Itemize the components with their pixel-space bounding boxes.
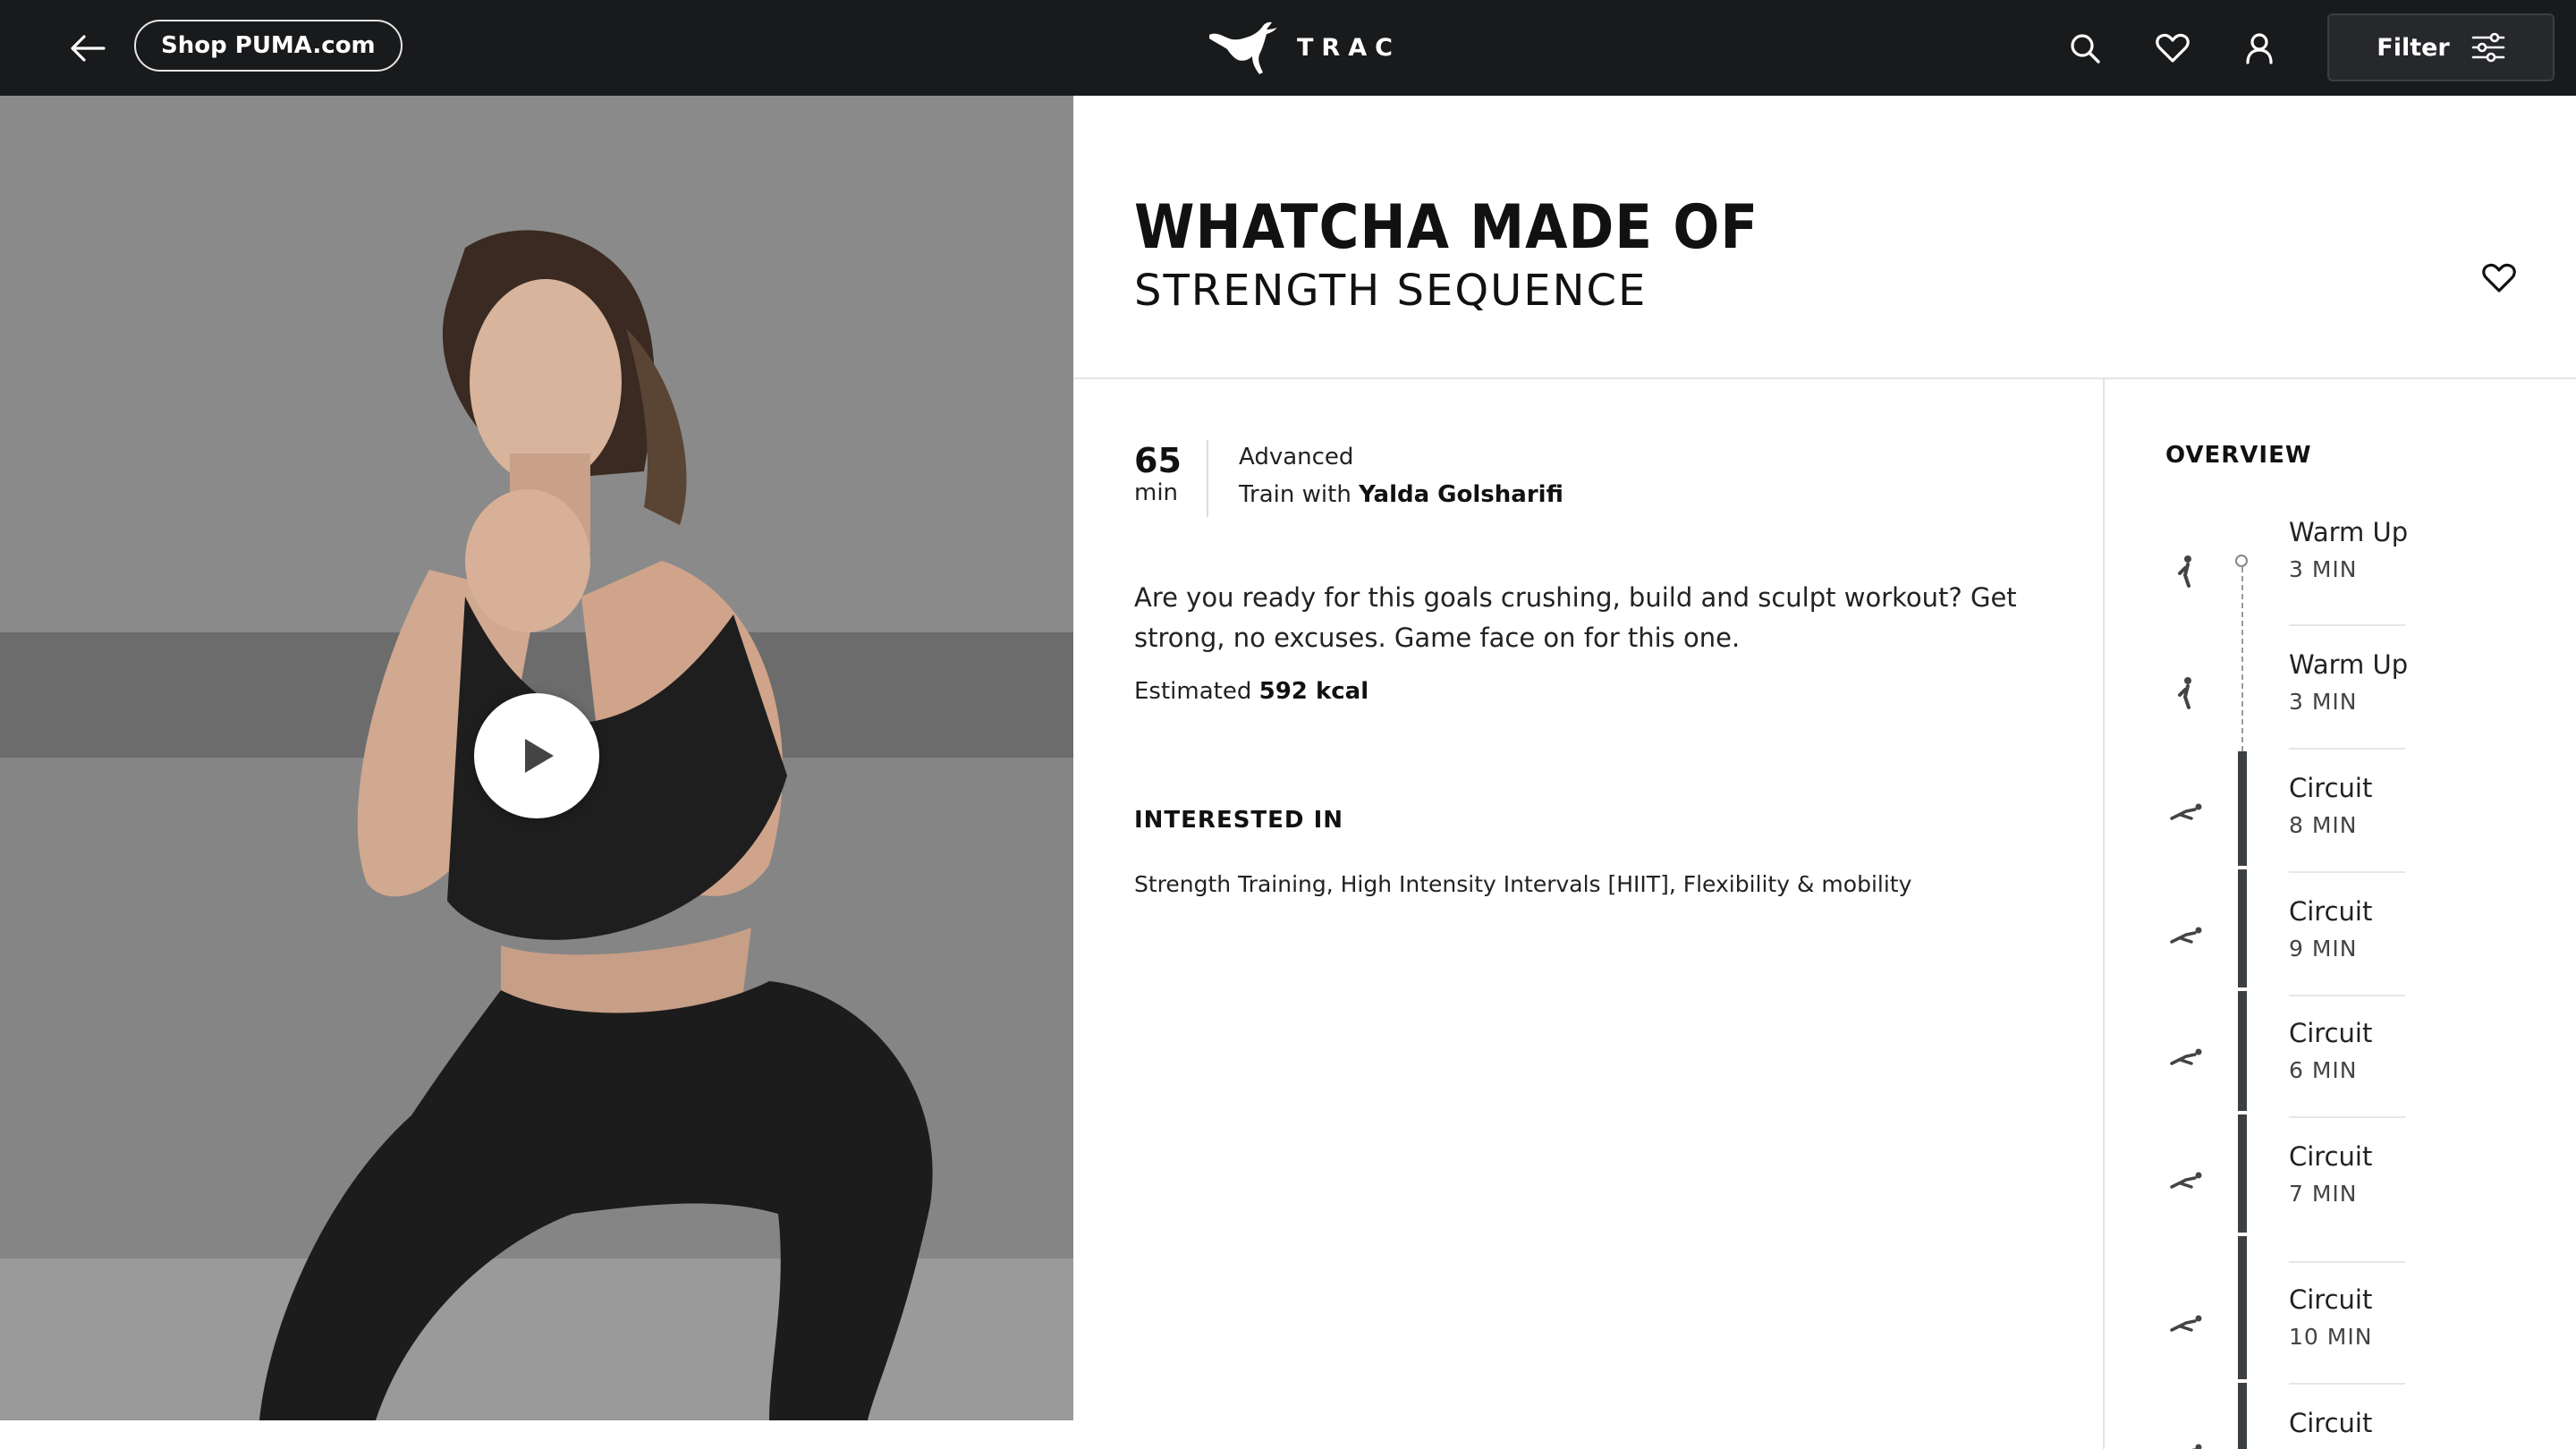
timeline-gap [2238,866,2247,869]
workout-hero-image [0,96,1073,1420]
segment-duration: 3 MIN [2289,689,2358,715]
segment-name: Circuit [2289,1141,2373,1172]
trainer-prefix: Train with [1239,481,1352,508]
warm-up-figure-icon [2167,674,2205,712]
calorie-estimate: Estimated 592 kcal [1134,678,1368,705]
workout-overview: OVERVIEW Warm Up 3 MIN Warm Up 3 MIN Cir… [2103,379,2576,1449]
timeline-gap [2238,987,2247,991]
trainer-line: Train with Yalda Golsharifi [1239,481,1563,508]
timeline-gap [2238,1233,2247,1236]
circuit-figure-icon [2167,1435,2205,1449]
timeline-start-marker [2235,555,2248,567]
sliders-icon [2471,32,2505,63]
segment-duration: 6 MIN [2289,1057,2358,1083]
workout-subtitle: STRENGTH SEQUENCE [1134,266,1648,316]
timeline-gap [2238,1111,2247,1114]
circuit-figure-icon [2167,1163,2205,1200]
puma-trac-logo[interactable]: TRAC [1208,16,1401,79]
account-button[interactable] [2238,27,2281,70]
circuit-figure-icon [2167,1306,2205,1343]
heart-icon [2156,33,2190,63]
shop-puma-button[interactable]: Shop PUMA.com [134,20,402,72]
duration-value: 65 [1134,441,1182,480]
warm-up-figure-icon [2167,553,2205,590]
segment-name: Circuit [2289,773,2373,803]
arrow-left-icon [71,35,106,62]
circuit-figure-icon [2167,794,2205,832]
difficulty-level: Advanced [1239,444,1354,470]
segment-duration: 9 MIN [2289,936,2358,962]
segment-divider [2289,1116,2405,1118]
brand-wordmark: TRAC [1297,33,1401,62]
segment-name: Circuit [2289,1408,2373,1438]
play-video-button[interactable] [474,693,599,818]
filter-button[interactable]: Filter [2327,13,2555,81]
segment-duration: 10 MIN [2289,1324,2373,1350]
heart-outline-icon [2482,263,2516,292]
segment-divider [2289,1383,2405,1385]
search-button[interactable] [2063,27,2106,70]
filter-label: Filter [2377,33,2450,62]
duration: 65 min [1134,442,1208,506]
interested-in-list: Strength Training, High Intensity Interv… [1134,871,1912,897]
estimate-value: 592 kcal [1258,678,1369,705]
segment-name: Circuit [2289,1018,2373,1048]
duration-divider [1207,440,1208,517]
segment-name: Circuit [2289,1284,2373,1315]
workout-description: Are you ready for this goals crushing, b… [1134,582,2017,653]
segment-name: Warm Up [2289,517,2409,547]
timeline-circuit-rail [2238,751,2247,1449]
interested-in-heading: INTERESTED IN [1134,807,1343,834]
trainer-name: Yalda Golsharifi [1359,481,1563,508]
segment-duration: 8 MIN [2289,812,2358,838]
puma-cat-logo-icon [1209,21,1277,75]
search-icon [2071,34,2100,64]
estimate-prefix: Estimated [1134,678,1252,705]
segment-duration: 3 MIN [2289,556,2358,582]
timeline-gap [2238,1379,2247,1383]
segment-divider [2289,748,2405,750]
segment-divider [2289,624,2405,626]
user-icon [2246,33,2273,64]
segment-divider [2289,995,2405,996]
segment-divider [2289,1261,2405,1263]
favorites-button[interactable] [2151,27,2194,70]
duration-unit: min [1134,479,1179,506]
segment-name: Circuit [2289,896,2373,927]
workout-header: WHATCHA MADE OF STRENGTH SEQUENCE [1073,96,2576,379]
top-navigation-bar: Shop PUMA.com TRAC Filter [0,0,2576,96]
overview-heading: OVERVIEW [2165,442,2312,469]
segment-duration: 7 MIN [2289,1181,2358,1207]
circuit-figure-icon [2167,918,2205,955]
timeline-warmup-rail [2241,567,2243,751]
workout-title: WHATCHA MADE OF [1134,192,1759,263]
workout-details: 65 min Advanced Train with Yalda Golshar… [1073,379,2103,1449]
favorite-workout-button[interactable] [2474,253,2524,303]
play-icon [525,739,554,773]
circuit-figure-icon [2167,1039,2205,1077]
segment-divider [2289,871,2405,873]
back-button[interactable] [64,25,111,72]
segment-name: Warm Up [2289,649,2409,680]
